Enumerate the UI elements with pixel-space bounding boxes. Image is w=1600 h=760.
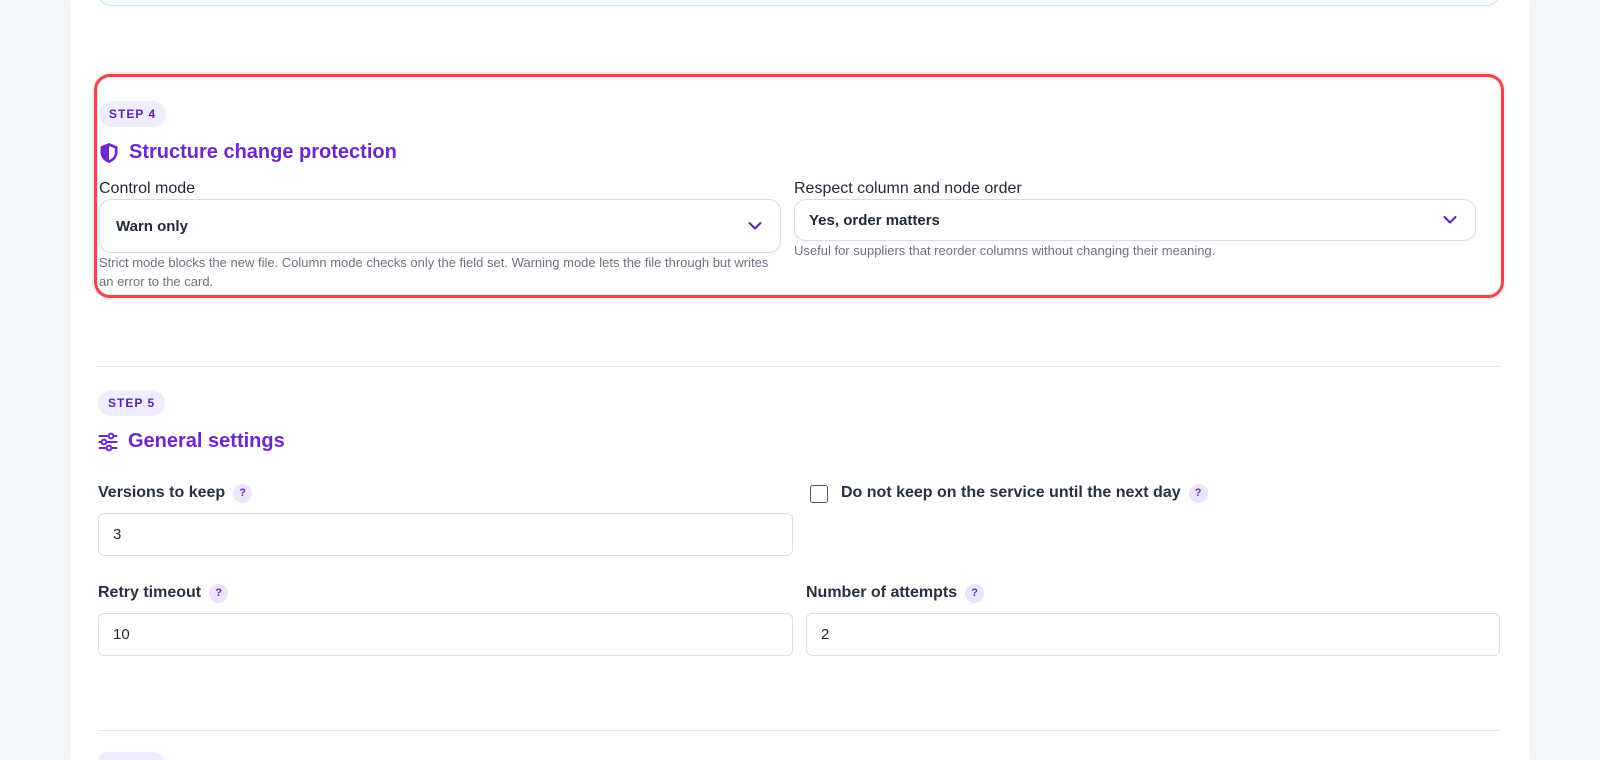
order-label: Respect column and node order bbox=[794, 180, 1022, 197]
section-title-text: General settings bbox=[128, 430, 285, 452]
control-mode-select[interactable]: Warn only bbox=[99, 199, 781, 253]
step-5-badge: STEP 5 bbox=[98, 390, 166, 416]
help-icon[interactable]: ? bbox=[209, 584, 229, 603]
structure-protection-section: STEP 4 Structure change protection Contr… bbox=[94, 74, 1504, 298]
no-keep-checkbox[interactable] bbox=[810, 485, 828, 503]
order-hint: Useful for suppliers that reorder column… bbox=[794, 243, 1216, 258]
attempts-label-text: Number of attempts bbox=[806, 584, 958, 601]
control-mode-value: Warn only bbox=[116, 217, 188, 235]
sliders-icon bbox=[98, 432, 118, 452]
retry-timeout-input[interactable] bbox=[98, 613, 793, 656]
help-icon[interactable]: ? bbox=[233, 484, 253, 503]
attempts-input[interactable] bbox=[806, 613, 1500, 656]
section-divider bbox=[98, 366, 1500, 367]
previous-section-box bbox=[98, 0, 1500, 6]
help-icon[interactable]: ? bbox=[965, 584, 985, 603]
control-mode-label: Control mode bbox=[99, 180, 196, 197]
no-keep-label-text: Do not keep on the service until the nex… bbox=[841, 484, 1181, 501]
next-step-badge bbox=[98, 752, 164, 760]
order-select[interactable]: Yes, order matters bbox=[794, 199, 1476, 241]
shield-icon bbox=[99, 142, 119, 164]
step-4-title: Structure change protection bbox=[99, 141, 397, 164]
retry-timeout-label: Retry timeout? bbox=[98, 584, 229, 603]
control-mode-hint: Strict mode blocks the new file. Column … bbox=[99, 255, 769, 289]
versions-label-text: Versions to keep bbox=[98, 484, 226, 501]
no-keep-label: Do not keep on the service until the nex… bbox=[841, 484, 1208, 503]
versions-label: Versions to keep? bbox=[98, 484, 253, 503]
chevron-down-icon bbox=[1443, 212, 1457, 229]
order-value: Yes, order matters bbox=[809, 211, 940, 229]
retry-timeout-label-text: Retry timeout bbox=[98, 584, 202, 601]
step-4-badge: STEP 4 bbox=[99, 101, 167, 127]
versions-input[interactable] bbox=[98, 513, 793, 556]
help-icon[interactable]: ? bbox=[1188, 484, 1208, 503]
section-title-text: Structure change protection bbox=[129, 141, 397, 163]
step-5-title: General settings bbox=[98, 430, 285, 453]
attempts-label: Number of attempts? bbox=[806, 584, 985, 603]
settings-card: STEP 4 Structure change protection Contr… bbox=[70, 0, 1530, 760]
section-divider bbox=[98, 730, 1500, 731]
chevron-down-icon bbox=[748, 218, 762, 235]
